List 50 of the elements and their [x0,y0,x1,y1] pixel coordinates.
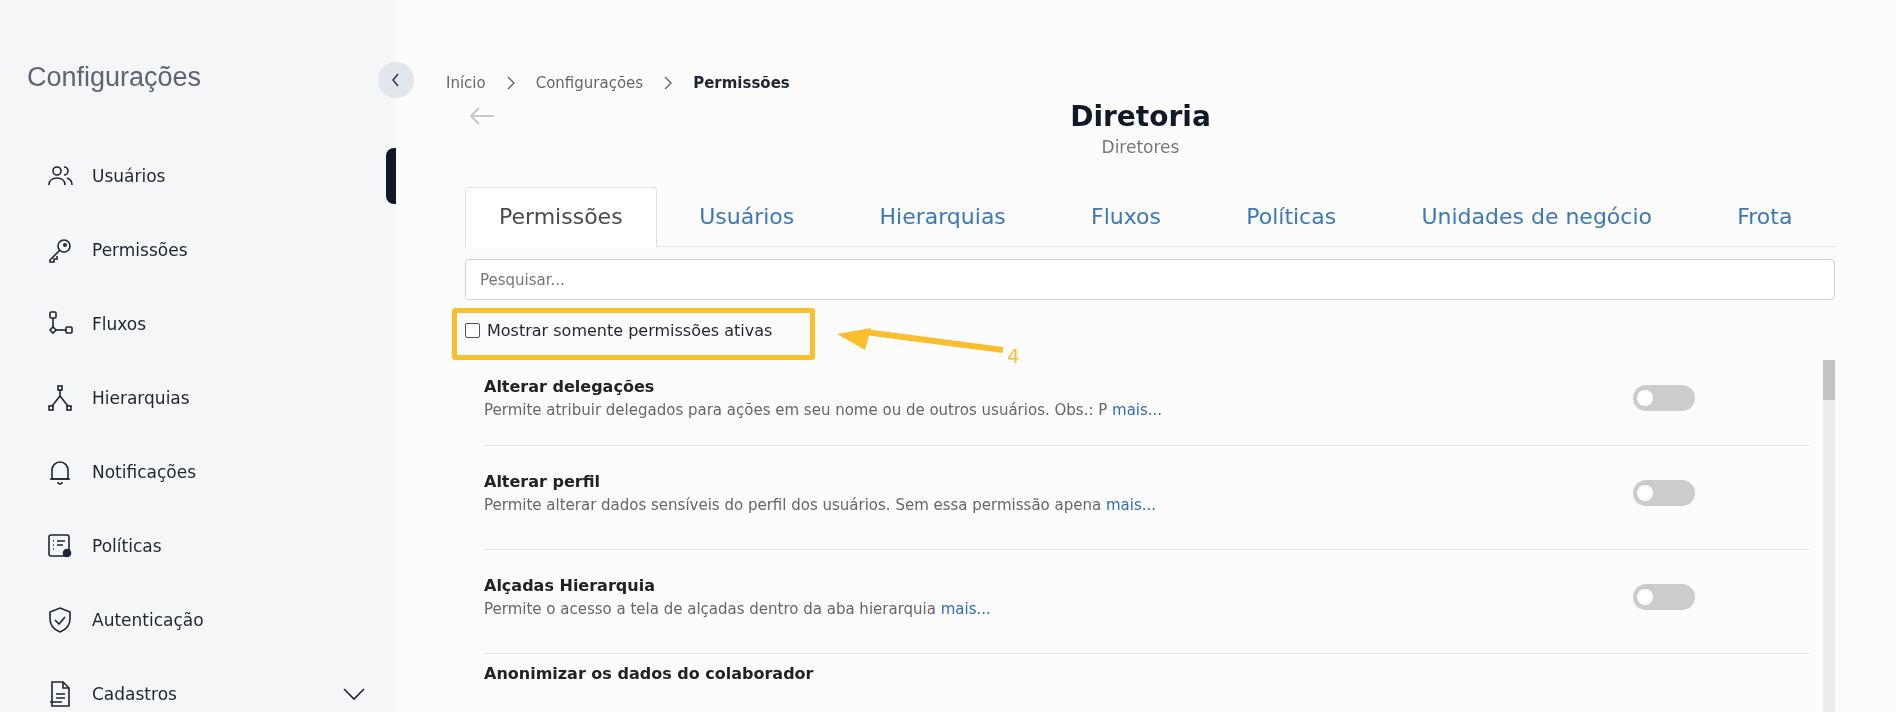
breadcrumb-link[interactable]: Início [446,74,486,92]
chevron-down-icon[interactable] [342,687,366,701]
shield-check-icon [46,606,74,634]
sidebar-item[interactable]: Usuários [46,162,366,190]
toggle-switch[interactable] [1633,479,1695,506]
document-gear-icon [46,532,74,560]
permission-title: Anonimizar os dados do colaborador [484,664,815,683]
sidebar-item[interactable]: Cadastros [46,680,366,708]
tab[interactable]: Unidades de negócio [1378,187,1695,246]
checkbox[interactable] [465,323,480,338]
tab[interactable]: Fluxos [1048,187,1204,246]
tab[interactable]: Permissões [465,187,657,247]
key-icon [46,236,74,264]
more-link[interactable]: mais... [1105,495,1157,514]
permission-description: Permite o acesso a tela de alçadas dentro da aba hierarquia mais... [484,599,992,618]
chevron-right-icon [663,76,674,90]
permission-title: Alçadas Hierarquia [484,575,656,595]
collapse-button[interactable] [378,62,414,98]
toggle-switch[interactable] [1633,583,1695,610]
page-subtitle: Diretores [1101,137,1180,157]
tab[interactable]: Frota [1694,187,1835,246]
permission-title: Alterar delegações [484,376,656,396]
permission-description: Permite atribuir delegados para ações em seu nome ou de outros usuários. Obs.: P mais... [484,400,1164,419]
more-link[interactable]: mais... [940,599,991,618]
breadcrumb-current: Permissões [693,74,790,92]
more-link[interactable]: mais... [1112,400,1163,419]
sidebar-item[interactable]: Hierarquias [46,384,366,412]
sidebar-item[interactable]: Fluxos [46,310,366,338]
search-field[interactable]: Pesquisar... [465,259,1835,300]
breadcrumb-link[interactable]: Configurações [535,74,644,92]
tab[interactable]: Usuários [656,187,837,246]
back-arrow-icon[interactable] [468,106,496,126]
permission-title: Alterar perfil [484,471,602,491]
permission-description: Permite alterar dados sensíveis do perfil dos usuários. Sem essa permissão apena mais... [484,495,1158,514]
sidebar-item[interactable]: Políticas [46,532,366,560]
hierarchy-icon [46,384,74,412]
scrollbar[interactable] [1823,360,1835,712]
chevron-right-icon [505,76,516,90]
sidebar-item[interactable]: Notificações [46,458,366,486]
tab[interactable]: Políticas [1203,187,1379,246]
sidebar-title: Configurações [27,62,203,93]
page-title: Diretoria [1070,100,1211,133]
sidebar-item[interactable]: Autenticação [46,606,366,634]
sidebar-item[interactable]: Permissões [46,236,366,264]
chevron-left-icon [390,73,402,87]
tab[interactable]: Hierarquias [836,187,1049,246]
scrollbar-thumb[interactable] [386,148,396,204]
toggle-switch[interactable] [1633,384,1695,411]
annotation-number: 4 [1007,344,1020,368]
filter-checkbox[interactable]: Mostrar somente permissões ativas [465,321,773,340]
